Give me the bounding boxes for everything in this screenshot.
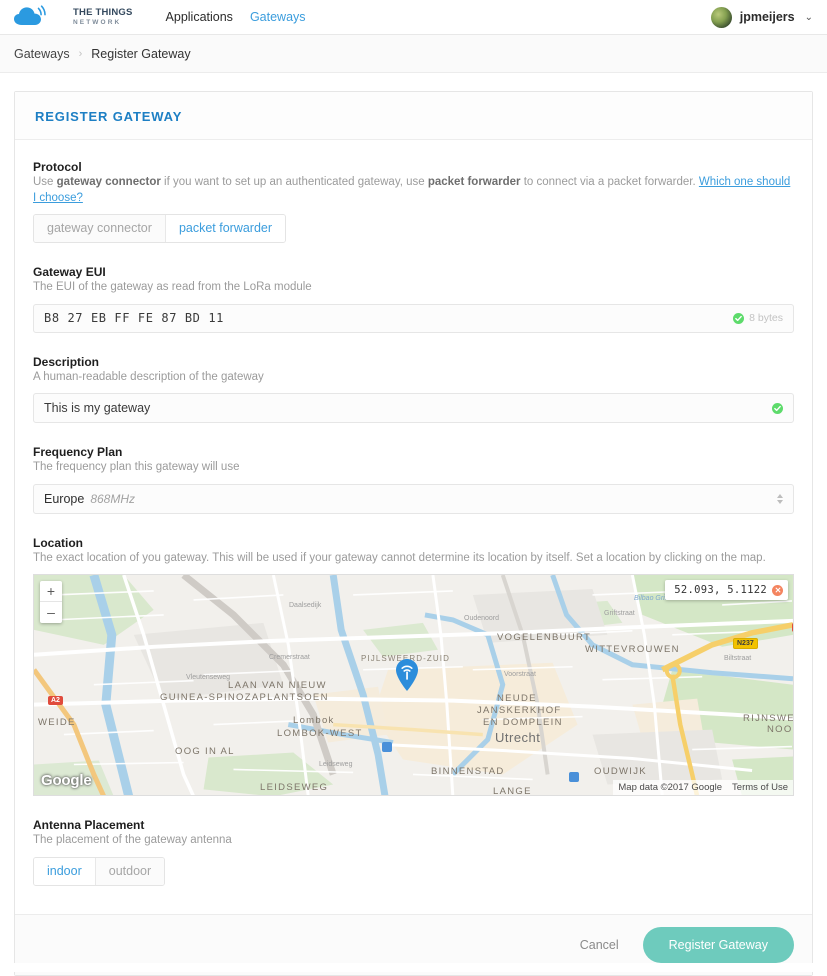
page-bottom-strip (0, 963, 827, 972)
brand-title: THE THINGS (73, 7, 133, 18)
breadcrumb: Gateways › Register Gateway (0, 35, 827, 73)
protocol-help-prefix: Use (33, 176, 57, 188)
protocol-help: Use gateway connector if you want to set… (33, 175, 794, 206)
username-label: jpmeijers (739, 10, 795, 24)
card-body: Protocol Use gateway connector if you wa… (15, 140, 812, 914)
field-location: Location The exact location of you gatew… (33, 536, 794, 797)
check-circle-icon (772, 402, 783, 414)
protocol-help-mid: if you want to set up an authenticated g… (160, 176, 428, 188)
frequency-plan-help: The frequency plan this gateway will use (33, 461, 240, 474)
map-attribution: Map data ©2017 Google Terms of Use (613, 780, 793, 796)
register-gateway-button[interactable]: Register Gateway (642, 927, 794, 964)
antenna-placement-help: The placement of the gateway antenna (33, 834, 232, 847)
chevron-down-icon: ⌄ (804, 11, 813, 23)
description-input[interactable] (44, 401, 764, 416)
protocol-option-packet-forwarder[interactable]: packet forwarder (165, 215, 286, 243)
frequency-plan-select[interactable]: Europe 868MHz (33, 483, 794, 514)
map-poi-icon (382, 742, 392, 753)
gateway-antenna-marker-icon[interactable] (396, 659, 418, 696)
description-input-wrapper[interactable] (33, 393, 794, 424)
map-zoom-in-button[interactable]: + (40, 581, 62, 603)
protocol-option-gateway-connector[interactable]: gateway connector (34, 215, 166, 243)
user-menu[interactable]: jpmeijers ⌄ (710, 6, 813, 28)
location-label: Location (33, 535, 83, 550)
google-logo: Google (41, 772, 92, 790)
description-label: Description (33, 354, 100, 369)
location-help: The exact location of you gateway. This … (33, 551, 766, 564)
gateway-eui-validation: 8 bytes (725, 312, 783, 324)
gateway-eui-help: The EUI of the gateway as read from the … (33, 281, 312, 294)
map-coordinates-value: 52.093, 5.1122 (674, 584, 767, 597)
antenna-placement-toggle-group: indoor outdoor (33, 856, 166, 887)
clear-location-icon[interactable] (772, 584, 783, 596)
brand-subtitle: NETWORK (73, 18, 122, 26)
field-description: Description A human-readable description… (33, 355, 794, 424)
gateway-eui-byte-count: 8 bytes (749, 312, 783, 325)
field-gateway-eui: Gateway EUI The EUI of the gateway as re… (33, 265, 794, 333)
map-zoom-controls: + – (40, 581, 62, 624)
map-road-shield: N237 (733, 638, 758, 650)
protocol-help-suffix: to connect via a packet forwarder. (520, 176, 699, 188)
map-coordinates-box: 52.093, 5.1122 (665, 580, 788, 601)
nav-link-applications[interactable]: Applications (166, 10, 233, 24)
antenna-placement-option-outdoor[interactable]: outdoor (95, 857, 165, 886)
primary-nav: Applications Gateways (166, 10, 306, 24)
frequency-plan-value: Europe 868MHz (44, 492, 135, 506)
breadcrumb-item-gateways[interactable]: Gateways (14, 47, 70, 61)
protocol-help-bold-connector: gateway connector (56, 176, 161, 188)
ttn-cloud-logo-icon (14, 5, 46, 26)
register-gateway-card: REGISTER GATEWAY Protocol Use gateway co… (14, 91, 813, 976)
breadcrumb-separator-icon: › (78, 47, 83, 60)
breadcrumb-item-current: Register Gateway (91, 46, 191, 61)
protocol-toggle-group: gateway connector packet forwarder (33, 214, 287, 244)
gateway-eui-input-wrapper[interactable]: 8 bytes (33, 303, 794, 333)
check-circle-icon (733, 312, 745, 324)
antenna-placement-label: Antenna Placement (33, 818, 145, 833)
field-frequency-plan: Frequency Plan The frequency plan this g… (33, 445, 794, 514)
card-header: REGISTER GATEWAY (15, 92, 812, 140)
map-terms-of-use-link[interactable]: Terms of Use (732, 782, 788, 793)
top-navbar: THE THINGS NETWORK Applications Gateways… (0, 0, 827, 35)
protocol-label: Protocol (33, 160, 82, 174)
gateway-eui-input[interactable] (44, 311, 726, 326)
map-road-shield: A2 (48, 696, 63, 706)
location-map[interactable]: VOGELENBUURT WITTEVROUWEN PIJLSWEERD-ZUID L… (33, 574, 794, 797)
field-protocol: Protocol Use gateway connector if you wa… (33, 160, 794, 244)
map-attribution-text: Map data ©2017 Google (618, 782, 723, 794)
frequency-plan-frequency: 868MHz (90, 491, 135, 506)
protocol-help-bold-forwarder: packet forwarder (427, 176, 521, 188)
page-title: REGISTER GATEWAY (35, 109, 183, 124)
gateway-eui-label: Gateway EUI (33, 265, 106, 280)
field-antenna-placement: Antenna Placement The placement of the g… (33, 818, 794, 887)
page-container: REGISTER GATEWAY Protocol Use gateway co… (0, 73, 827, 976)
frequency-plan-region: Europe (44, 491, 85, 506)
select-updown-icon (777, 493, 783, 504)
frequency-plan-label: Frequency Plan (33, 445, 123, 460)
brand-logo-group[interactable]: THE THINGS NETWORK (14, 5, 133, 29)
map-zoom-out-button[interactable]: – (40, 602, 62, 623)
map-poi-icon (569, 772, 579, 783)
description-validation (764, 402, 783, 414)
nav-link-gateways[interactable]: Gateways (250, 10, 306, 24)
cancel-button[interactable]: Cancel (574, 937, 625, 953)
map-road-shield: A2 (792, 623, 793, 633)
antenna-placement-option-indoor[interactable]: indoor (34, 857, 96, 886)
avatar (710, 6, 732, 28)
description-help: A human-readable description of the gate… (33, 370, 264, 383)
